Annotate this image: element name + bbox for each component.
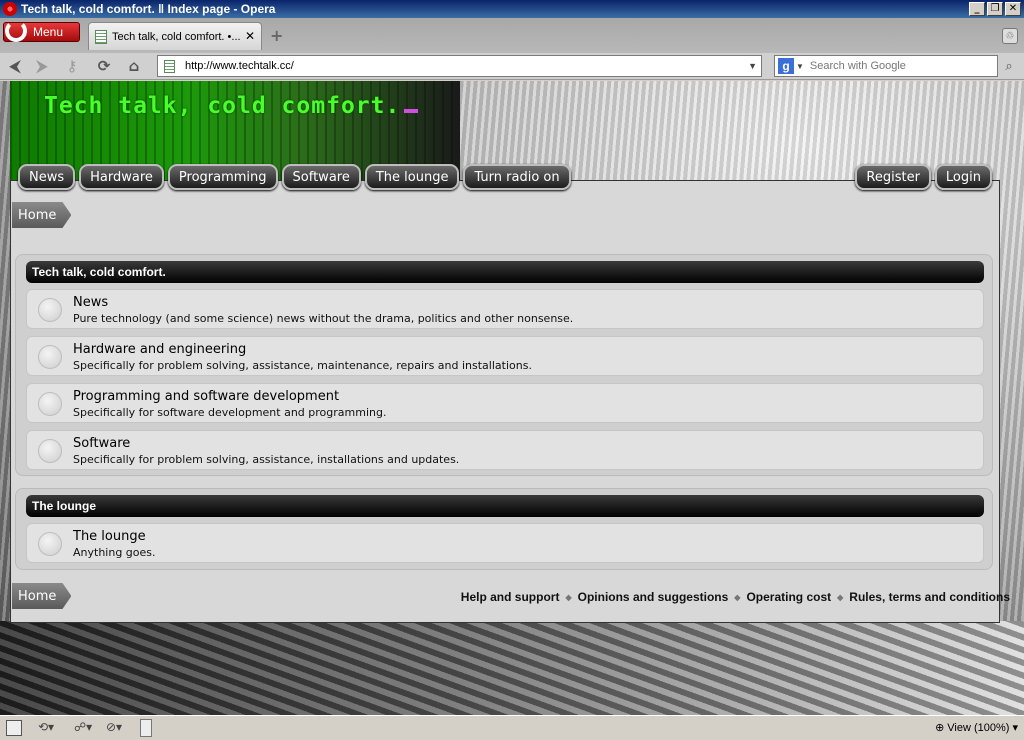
browser-window: Tech talk, cold comfort. ‖ Index page - … <box>0 0 1024 740</box>
history-dropdown-icon[interactable]: ▼ <box>748 61 757 71</box>
forum-title[interactable]: Hardware and engineering <box>73 342 246 357</box>
window-titlebar: Tech talk, cold comfort. ‖ Index page - … <box>0 0 1024 18</box>
nav-programming[interactable]: Programming <box>167 164 278 190</box>
reload-icon[interactable]: ⟳ <box>94 57 114 75</box>
forum-description: Specifically for problem solving, assist… <box>73 359 532 372</box>
home-icon[interactable]: ⌂ <box>124 57 144 75</box>
footer-link-rules[interactable]: Rules, terms and conditions <box>849 590 1010 604</box>
forum-row-programming[interactable]: Programming and software development Spe… <box>26 383 984 423</box>
nav-software[interactable]: Software <box>281 164 361 190</box>
address-field[interactable]: http://www.techtalk.cc/ ▼ <box>157 55 762 77</box>
opera-menu-button[interactable]: Menu <box>3 19 80 42</box>
main-nav: News Hardware Programming Software The l… <box>18 164 571 190</box>
menu-label: Menu <box>33 25 64 39</box>
new-tab-button[interactable]: + <box>270 26 283 45</box>
search-placeholder: Search with Google <box>809 60 906 72</box>
footer-breadcrumb-home[interactable]: Home <box>12 583 72 609</box>
opera-o-icon <box>5 19 27 42</box>
restore-button[interactable]: ❐ <box>987 2 1003 16</box>
footer-links: Help and support ◆ Opinions and suggesti… <box>461 590 1010 604</box>
url-text: http://www.techtalk.cc/ <box>185 60 294 72</box>
forum-row-hardware[interactable]: Hardware and engineering Specifically fo… <box>26 336 984 376</box>
forum-title[interactable]: Software <box>73 436 130 451</box>
back-arrow-icon[interactable]: ⮜ <box>5 57 25 75</box>
footer-link-cost[interactable]: Operating cost <box>746 590 831 604</box>
forum-description: Specifically for software development an… <box>73 406 387 419</box>
minimize-button[interactable]: _ <box>969 2 985 16</box>
forum-row-news[interactable]: News Pure technology (and some science) … <box>26 289 984 329</box>
footer-separator: ◆ <box>837 592 844 602</box>
search-field[interactable]: g ▼ Search with Google <box>774 55 998 77</box>
forum-status-icon <box>38 298 62 322</box>
category-lounge: The lounge The lounge Anything goes. <box>15 488 993 570</box>
forum-description: Specifically for problem solving, assist… <box>73 453 460 466</box>
turbo-icon[interactable]: ☍▾ <box>74 720 92 734</box>
footer-separator: ◆ <box>565 592 572 602</box>
trash-icon[interactable]: ♲ <box>1002 28 1018 44</box>
status-bar: ⟲▾ ☍▾ ⊘▾ ⊕ View (100%) ▾ <box>0 715 1024 740</box>
panel-toggle-icon[interactable] <box>6 720 22 736</box>
address-toolbar: ⮜ ⮞ ⚷ ⟳ ⌂ http://www.techtalk.cc/ ▼ g ▼ … <box>0 53 1024 80</box>
zoom-control[interactable]: ⊕ View (100%) ▾ <box>935 721 1018 735</box>
login-button[interactable]: Login <box>934 164 992 190</box>
nav-hardware[interactable]: Hardware <box>79 164 164 190</box>
forum-description: Anything goes. <box>73 546 156 559</box>
blinking-cursor-icon <box>404 109 419 113</box>
forum-title[interactable]: The lounge <box>73 529 146 544</box>
browser-tab[interactable]: Tech talk, cold comfort. •... ✕ <box>88 22 262 50</box>
sync-icon[interactable]: ⟲▾ <box>38 720 54 734</box>
footer-link-help[interactable]: Help and support <box>461 590 560 604</box>
category-heading[interactable]: The lounge <box>26 495 984 517</box>
forum-row-lounge[interactable]: The lounge Anything goes. <box>26 523 984 563</box>
footer-link-opinions[interactable]: Opinions and suggestions <box>578 590 729 604</box>
background-motherboard-photo <box>0 621 1024 715</box>
breadcrumb-home[interactable]: Home <box>12 202 72 228</box>
tab-bar: Menu Tech talk, cold comfort. •... ✕ + ♲ <box>0 18 1024 53</box>
forum-status-icon <box>38 345 62 369</box>
nav-lounge[interactable]: The lounge <box>364 164 460 190</box>
forward-arrow-icon[interactable]: ⮞ <box>32 57 52 75</box>
forum-status-icon <box>38 439 62 463</box>
page-icon <box>164 59 175 73</box>
category-techtalk: Tech talk, cold comfort. News Pure techn… <box>15 254 993 476</box>
key-icon[interactable]: ⚷ <box>62 57 82 75</box>
page-favicon-icon <box>95 29 107 44</box>
nav-news[interactable]: News <box>18 164 76 190</box>
category-heading[interactable]: Tech talk, cold comfort. <box>26 261 984 283</box>
forum-row-software[interactable]: Software Specifically for problem solvin… <box>26 430 984 470</box>
close-window-button[interactable]: ✕ <box>1005 2 1021 16</box>
zoom-level: View (100%) <box>947 721 1010 734</box>
opera-logo-icon <box>3 2 17 16</box>
page-viewport: Tech talk, cold comfort. News Hardware P… <box>0 81 1024 715</box>
site-logo-title[interactable]: Tech talk, cold comfort. <box>44 93 419 119</box>
engine-dropdown-icon[interactable]: ▼ <box>796 62 804 71</box>
zoom-dropdown-icon: ▾ <box>1012 722 1018 734</box>
forum-status-icon <box>38 532 62 556</box>
search-icon[interactable]: ⌕ <box>999 56 1019 76</box>
tab-title: Tech talk, cold comfort. •... <box>112 30 241 43</box>
register-button[interactable]: Register <box>855 164 931 190</box>
zoom-icon: ⊕ <box>935 722 945 734</box>
settings-globe-icon[interactable]: ⊘▾ <box>106 720 122 734</box>
google-icon[interactable]: g <box>778 58 794 74</box>
tab-close-icon[interactable]: ✕ <box>245 29 255 43</box>
forum-status-icon <box>38 392 62 416</box>
forum-description: Pure technology (and some science) news … <box>73 312 574 325</box>
tab-stack-icon[interactable] <box>140 719 152 737</box>
footer-separator: ◆ <box>734 592 741 602</box>
window-title: Tech talk, cold comfort. ‖ Index page - … <box>21 2 276 16</box>
user-nav: Register Login <box>855 164 992 190</box>
forum-title[interactable]: News <box>73 295 108 310</box>
forum-title[interactable]: Programming and software development <box>73 389 339 404</box>
nav-radio[interactable]: Turn radio on <box>463 164 571 190</box>
